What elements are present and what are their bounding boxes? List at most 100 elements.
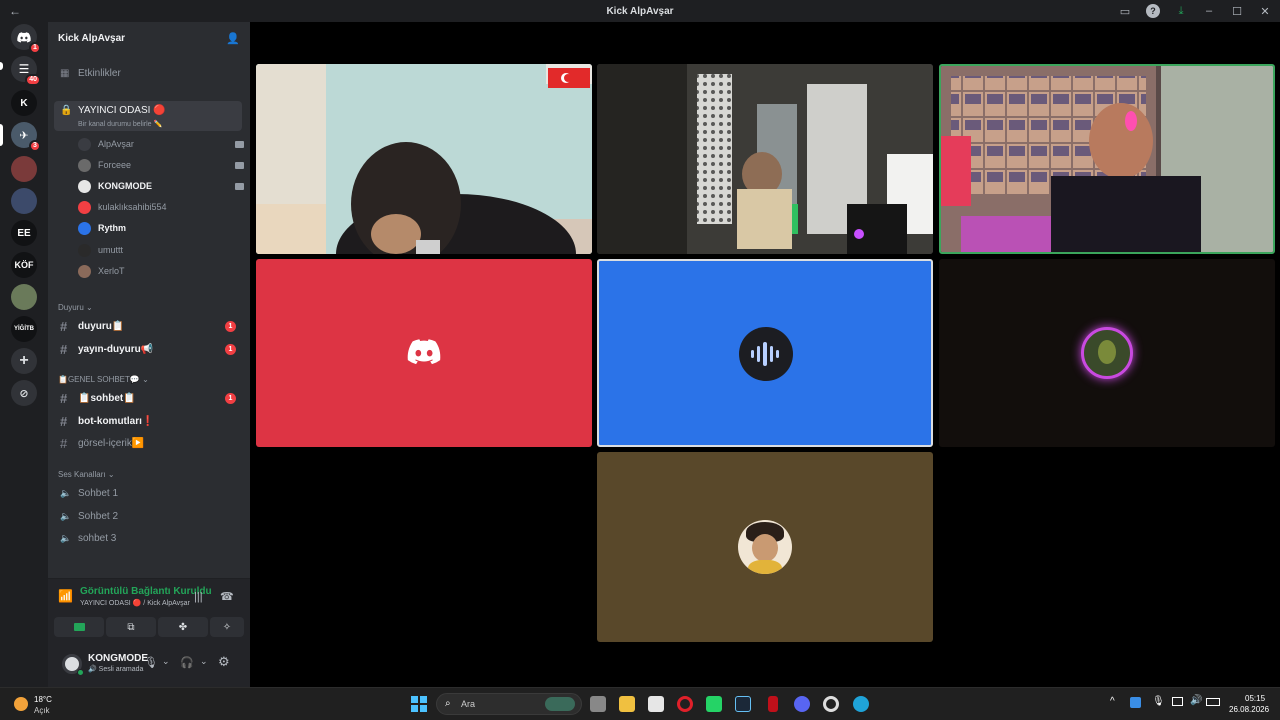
video-tile-rythm[interactable] <box>597 259 933 447</box>
video-tile-kongmode[interactable] <box>939 64 1275 254</box>
hash-icon: # <box>60 435 68 451</box>
text-channel[interactable]: # yayın-duyuru📢 1 <box>54 339 242 359</box>
video-tile-alpavsar[interactable] <box>256 64 592 254</box>
audio-options-chevron-icon[interactable]: ⌄ <box>200 656 208 667</box>
server-icon-kof[interactable]: KÖF <box>11 252 37 278</box>
channel-name: yayın-duyuru📢 <box>78 343 154 355</box>
camera-on-icon <box>235 182 244 190</box>
tray-volume-icon[interactable]: 🔊 <box>1190 695 1202 706</box>
tray-chevron-icon[interactable]: ^ <box>1110 696 1115 707</box>
start-button[interactable] <box>411 696 427 712</box>
video-tile-umuttt[interactable] <box>939 259 1275 447</box>
add-server-icon[interactable]: + <box>11 348 37 374</box>
noise-suppression-icon[interactable]: ||| <box>194 591 203 603</box>
voice-location[interactable]: YAYINCI ODASI 🔴 / Kick AlpAvşar <box>80 599 190 607</box>
server-icon-active[interactable]: ✈ 3 <box>11 122 41 152</box>
member-avatar <box>78 221 91 235</box>
category-ses-kanallari[interactable]: Ses Kanalları ⌄ <box>58 470 115 479</box>
server-icon-avatar[interactable] <box>11 156 37 182</box>
weather-icon[interactable] <box>14 697 28 711</box>
activities-button[interactable]: ✤ <box>158 617 208 637</box>
microphone-icon[interactable]: 🎙 <box>144 656 158 669</box>
screen-share-button[interactable]: ⧉ <box>106 617 156 637</box>
channel-name: sohbet 3 <box>78 532 117 544</box>
download-icon[interactable]: ⤓ <box>1174 4 1188 18</box>
hash-icon: # <box>60 413 68 429</box>
tray-app-icon[interactable] <box>1130 697 1141 708</box>
server-icon-yigitb[interactable]: YİĞİTB <box>11 316 37 342</box>
member-avatar <box>78 200 91 214</box>
events-link[interactable]: ▦ Etkinlikler <box>54 63 242 83</box>
user-status: 🔊 Sesli aramada <box>88 666 144 673</box>
server-icon-photo[interactable] <box>11 284 37 310</box>
store-icon[interactable] <box>648 696 664 712</box>
server-icon-list[interactable]: ☰ 40 <box>11 56 41 86</box>
signal-icon[interactable]: 📶 <box>58 589 73 603</box>
category-genel-sohbet[interactable]: 📋GENEL SOHBET💬 ⌄ <box>58 375 149 384</box>
server-badge: 40 <box>25 74 41 86</box>
voice-channel-active[interactable]: 🔒 YAYINCI ODASI 🔴 Bir kanal durumu belir… <box>54 101 242 131</box>
chrome-icon[interactable] <box>823 696 839 712</box>
member-avatar <box>78 179 91 193</box>
discord-taskbar-icon[interactable] <box>794 696 810 712</box>
windows-taskbar: 18°C Açık ⌕ Ara ^ 🎙 🔊 05:15 26.08.2026 <box>0 687 1280 720</box>
tray-display-icon[interactable] <box>1172 697 1183 706</box>
inbox-icon[interactable]: ▭ <box>1118 4 1132 18</box>
mic-options-chevron-icon[interactable]: ⌄ <box>162 656 170 667</box>
clock-date[interactable]: 26.08.2026 <box>1229 705 1269 714</box>
video-tile-xerlot[interactable] <box>597 452 933 642</box>
camera-button[interactable] <box>54 617 104 637</box>
lock-speaker-icon: 🔒 <box>60 105 73 116</box>
voice-channel[interactable]: 🔈 sohbet 3 <box>54 528 242 548</box>
voice-member[interactable]: Rythm <box>78 219 238 237</box>
tray-mic-icon[interactable]: 🎙 <box>1152 696 1165 707</box>
voice-member[interactable]: kulaklıksahibi554 <box>78 198 238 216</box>
help-icon[interactable]: ? <box>1146 4 1160 18</box>
edge-icon[interactable] <box>853 696 869 712</box>
add-member-icon[interactable]: 👤 <box>226 32 240 45</box>
voice-status[interactable]: Görüntülü Bağlantı Kuruldu <box>80 586 212 597</box>
minimize-icon[interactable]: – <box>1202 4 1216 18</box>
task-view-icon[interactable] <box>590 696 606 712</box>
weather-temp[interactable]: 18°C <box>34 695 52 704</box>
close-icon[interactable]: ✕ <box>1258 4 1272 18</box>
back-arrow-icon[interactable]: ← <box>0 4 30 18</box>
video-tile-kulakliksahibi[interactable] <box>256 259 592 447</box>
voice-member[interactable]: umuttt <box>78 241 238 259</box>
app-red-icon[interactable] <box>768 696 778 712</box>
direct-messages-icon[interactable]: 1 <box>11 24 41 54</box>
video-tile-forceee[interactable] <box>597 64 933 254</box>
opera-icon[interactable] <box>677 696 693 712</box>
disconnect-icon[interactable]: ☎ <box>220 590 234 603</box>
channel-status-field[interactable]: Bir kanal durumu belirle ✏️ <box>78 120 162 128</box>
server-icon-ee[interactable]: EE <box>11 220 37 246</box>
taskbar-search[interactable]: ⌕ Ara <box>436 693 582 715</box>
voice-member[interactable]: AlpAvşar <box>78 135 244 153</box>
steam-icon[interactable] <box>735 696 751 712</box>
voice-channel[interactable]: 🔈 Sohbet 2 <box>54 506 242 526</box>
text-channel[interactable]: # bot-komutları❗ <box>54 411 242 431</box>
voice-member[interactable]: KONGMODE <box>78 177 244 195</box>
tray-battery-icon[interactable] <box>1206 698 1220 706</box>
username[interactable]: KONGMODE <box>88 653 148 664</box>
file-explorer-icon[interactable] <box>619 696 635 712</box>
clock-time[interactable]: 05:15 <box>1245 694 1265 703</box>
status-dot <box>77 669 84 676</box>
server-header[interactable]: Kick AlpAvşar 👤 <box>48 22 250 54</box>
whatsapp-icon[interactable] <box>706 696 722 712</box>
settings-gear-icon[interactable]: ⚙ <box>218 654 230 670</box>
discover-icon[interactable]: ⊘ <box>11 380 37 406</box>
category-duyuru[interactable]: Duyuru ⌄ <box>58 303 93 312</box>
server-icon-k[interactable]: K <box>11 90 37 116</box>
headphones-icon[interactable]: 🎧 <box>180 656 194 669</box>
text-channel[interactable]: # görsel-içerik▶️ <box>54 433 242 453</box>
camera-feed <box>256 64 592 254</box>
text-channel[interactable]: # 📋sohbet📋 1 <box>54 388 242 408</box>
server-icon-game[interactable] <box>11 188 37 214</box>
voice-channel[interactable]: 🔈 Sohbet 1 <box>54 483 242 503</box>
text-channel[interactable]: # duyuru📋 1 <box>54 316 242 336</box>
voice-member[interactable]: XerloT <box>78 262 238 280</box>
soundboard-button[interactable]: ✧ <box>210 617 244 637</box>
maximize-icon[interactable]: ☐ <box>1230 4 1244 18</box>
voice-member[interactable]: Forceee <box>78 156 244 174</box>
